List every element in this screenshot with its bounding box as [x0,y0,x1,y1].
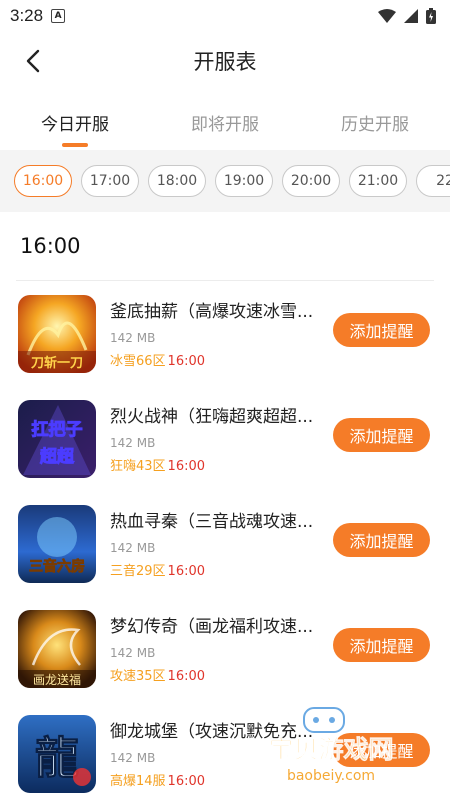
status-time: 3:28 [10,6,44,25]
tab-upcoming[interactable]: 即将开服 [150,90,300,150]
server-zone: 攻速35区 [110,669,166,684]
server-zone: 高爆14服 [110,774,166,789]
svg-text:扛把子: 扛把子 [32,419,83,440]
tab-history[interactable]: 历史开服 [300,90,450,150]
list-item[interactable]: 刀斩一刀 釜底抽薪（高爆攻速冰雪... 142 MB 冰雪66区 16:00 添加… [0,281,450,386]
svg-text:龍: 龍 [35,733,79,784]
add-reminder-button[interactable]: 添加提醒 [333,733,430,767]
server-zone: 冰雪66区 [110,354,166,369]
server-info: 三音29区 16:00 [110,560,432,579]
signal-icon [404,9,418,23]
list-item[interactable]: 三音六房 热血寻秦（三音战魂攻速... 142 MB 三音29区 16:00 添加… [0,491,450,596]
server-info: 攻速35区 16:00 [110,665,432,684]
time-slot-strip[interactable]: 16:00 17:00 18:00 19:00 20:00 21:00 22 [0,150,450,212]
back-button[interactable] [18,46,48,76]
nav-bar: 开服表 [0,32,450,90]
game-name: 热血寻秦（三音战魂攻速... [110,512,314,532]
list-item[interactable]: 龍 御龙城堡（攻速沉默免充... 142 MB 高爆14服 16:00 添加提醒 [0,701,450,800]
game-name: 烈火战神（狂嗨超爽超超... [110,407,314,427]
list-item[interactable]: 画龙送福 梦幻传奇（画龙福利攻速... 142 MB 攻速35区 16:00 添加… [0,596,450,701]
status-bar: 3:28 A [0,0,450,32]
game-icon-qin: 三音六房 [18,505,96,583]
server-info: 高爆14服 16:00 [110,770,432,789]
server-time: 16:00 [167,564,206,579]
server-zone: 狂嗨43区 [110,459,166,474]
chevron-left-icon [26,49,40,73]
section-title: 16:00 [20,234,81,258]
svg-text:画龙送福: 画龙送福 [33,672,81,687]
server-zone: 三音29区 [110,564,166,579]
game-name: 御龙城堡（攻速沉默免充... [110,722,314,742]
tab-bar: 今日开服 即将开服 历史开服 [0,90,450,150]
time-slot-chip[interactable]: 19:00 [215,165,273,197]
list-item[interactable]: 扛把子 超超 烈火战神（狂嗨超爽超超... 142 MB 狂嗨43区 16:00 … [0,386,450,491]
game-icon-warrior: 扛把子 超超 [18,400,96,478]
game-icon-fire: 刀斩一刀 [18,295,96,373]
game-icon-castle: 龍 [18,715,96,793]
server-info: 狂嗨43区 16:00 [110,455,432,474]
tab-today[interactable]: 今日开服 [0,90,150,150]
time-slot-chip[interactable]: 18:00 [148,165,206,197]
notification-a-icon: A [51,9,66,23]
time-slot-chip[interactable]: 17:00 [81,165,139,197]
time-slot-chip[interactable]: 16:00 [14,165,72,197]
game-name: 釜底抽薪（高爆攻速冰雪... [110,302,314,322]
add-reminder-button[interactable]: 添加提醒 [333,628,430,662]
server-time: 16:00 [167,354,206,369]
svg-text:三音六房: 三音六房 [29,558,85,575]
svg-text:超超: 超超 [40,446,75,467]
battery-icon [426,8,436,24]
game-icon-dragon: 画龙送福 [18,610,96,688]
add-reminder-button[interactable]: 添加提醒 [333,523,430,557]
time-slot-chip[interactable]: 20:00 [282,165,340,197]
add-reminder-button[interactable]: 添加提醒 [333,418,430,452]
status-icons [378,8,436,24]
wifi-icon [378,9,396,23]
server-info: 冰雪66区 16:00 [110,350,432,369]
add-reminder-button[interactable]: 添加提醒 [333,313,430,347]
server-time: 16:00 [167,459,206,474]
server-time: 16:00 [167,774,206,789]
game-name: 梦幻传奇（画龙福利攻速... [110,617,314,637]
game-list: 刀斩一刀 釜底抽薪（高爆攻速冰雪... 142 MB 冰雪66区 16:00 添加… [0,281,450,800]
server-time: 16:00 [167,669,206,684]
time-slot-chip[interactable]: 21:00 [349,165,407,197]
svg-text:刀斩一刀: 刀斩一刀 [31,355,83,371]
time-slot-chip[interactable]: 22 [416,165,450,197]
page-title: 开服表 [193,50,257,74]
